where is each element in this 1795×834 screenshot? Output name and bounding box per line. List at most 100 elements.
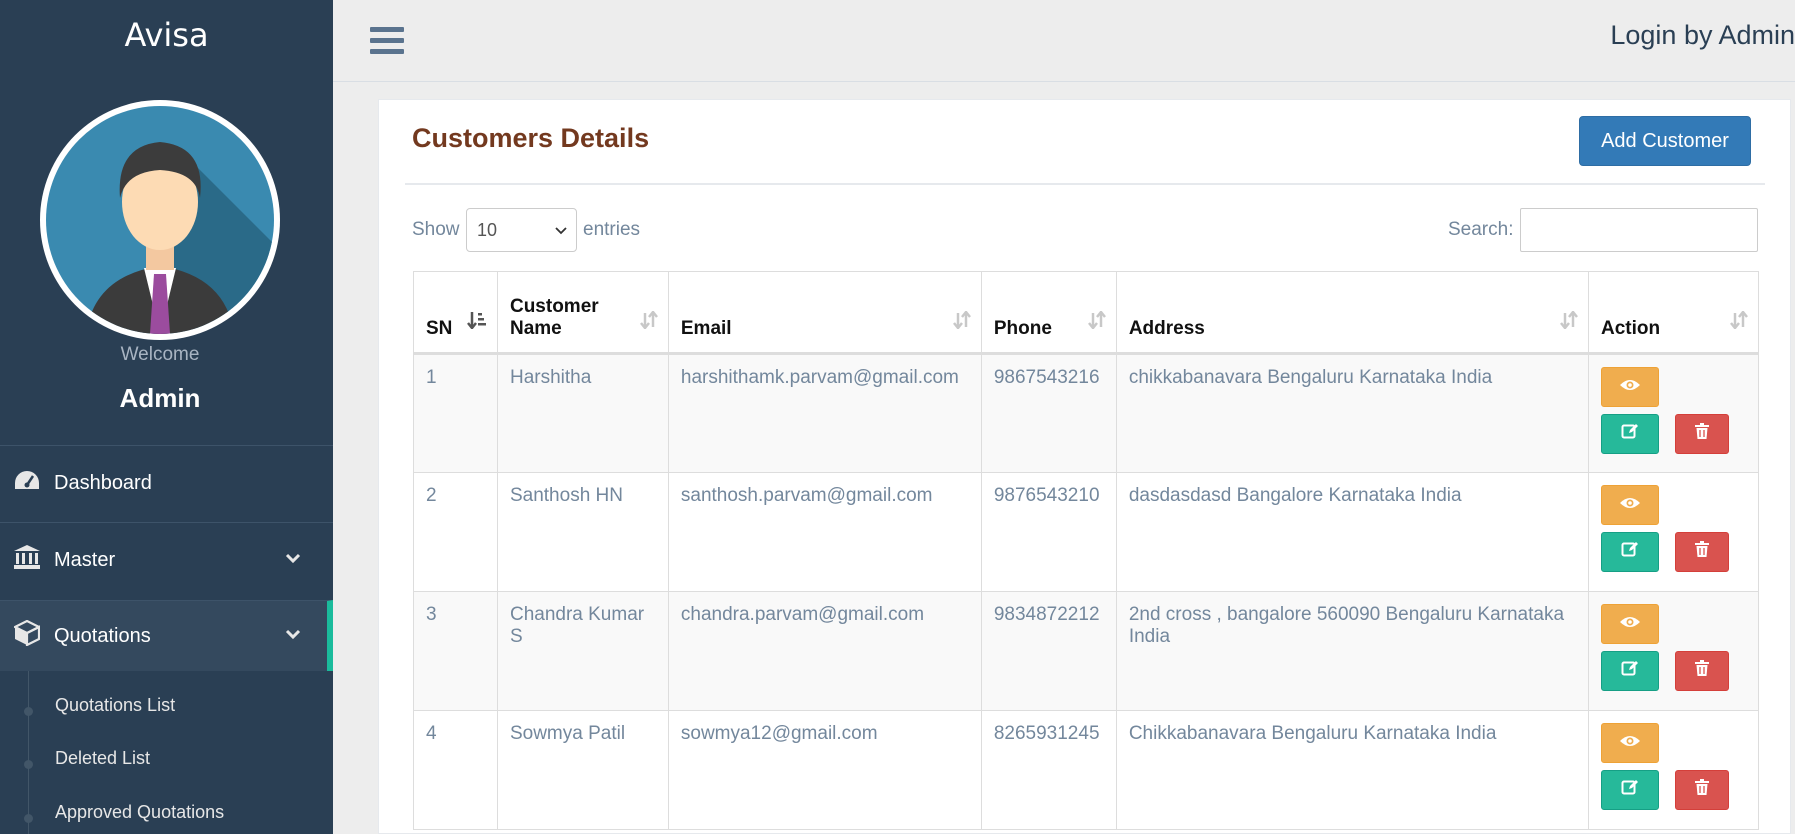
- edit-button[interactable]: [1601, 532, 1659, 572]
- chevron-down-icon: [285, 551, 301, 569]
- cell-customer-name: Santhosh HN: [496, 472, 669, 592]
- submenu-item-quotations-list[interactable]: Quotations List: [55, 695, 175, 716]
- quotations-submenu: Quotations List Deleted List Approved Qu…: [0, 671, 327, 834]
- trash-icon: [1695, 541, 1709, 563]
- view-button[interactable]: [1601, 367, 1659, 407]
- dashboard-icon: [0, 469, 54, 498]
- cell-email: harshithamk.parvam@gmail.com: [667, 353, 982, 473]
- view-button[interactable]: [1601, 723, 1659, 763]
- trash-icon: [1695, 779, 1709, 801]
- submenu-item-deleted-list[interactable]: Deleted List: [55, 748, 150, 769]
- edit-icon: [1621, 422, 1639, 446]
- cell-action: [1588, 472, 1759, 592]
- column-header-address[interactable]: Address: [1115, 271, 1590, 355]
- sort-icon: [1087, 309, 1106, 335]
- column-header-phone[interactable]: Phone: [980, 271, 1117, 355]
- sidebar-item-dashboard[interactable]: Dashboard: [0, 445, 333, 521]
- submenu-item-approved-quotations[interactable]: Approved Quotations: [55, 802, 224, 823]
- cell-customer-name: Sowmya Patil: [496, 710, 669, 830]
- eye-icon: [1619, 732, 1641, 754]
- bullet-dot-icon: [24, 707, 33, 716]
- sidebar-item-label: Master: [54, 549, 116, 571]
- column-header-action[interactable]: Action: [1588, 271, 1759, 355]
- edit-button[interactable]: [1601, 770, 1659, 810]
- column-header-customer-name[interactable]: Customer Name: [496, 271, 669, 355]
- sidebar-item-label: Dashboard: [54, 472, 152, 494]
- cell-address: dasdasdasd Bangalore Karnataka India: [1115, 472, 1590, 592]
- delete-button[interactable]: [1675, 770, 1729, 810]
- search-input[interactable]: [1520, 208, 1758, 252]
- menu-toggle-icon[interactable]: [370, 27, 404, 60]
- cell-address: Chikkabanavara Bengaluru Karnataka India: [1115, 710, 1590, 830]
- chevron-down-icon: [285, 627, 301, 645]
- delete-button[interactable]: [1675, 414, 1729, 454]
- sort-icon: [639, 309, 658, 335]
- bullet-dot-icon: [24, 760, 33, 769]
- sort-icon: [1730, 309, 1748, 335]
- cell-sn: 2: [413, 472, 498, 592]
- cell-phone: 8265931245: [980, 710, 1117, 830]
- submenu-line: [28, 671, 29, 834]
- sidebar-item-master[interactable]: Master: [0, 522, 333, 598]
- bank-icon: [0, 544, 54, 577]
- column-header-email[interactable]: Email: [667, 271, 982, 355]
- trash-icon: [1695, 423, 1709, 445]
- cell-action: [1588, 591, 1759, 711]
- top-navbar: Login by Admin: [333, 0, 1795, 82]
- sidebar-item-label: Quotations: [54, 624, 151, 647]
- eye-icon: [1619, 494, 1641, 516]
- avatar: [40, 100, 280, 340]
- cell-customer-name: Harshitha: [496, 353, 669, 473]
- edit-button[interactable]: [1601, 414, 1659, 454]
- chevron-down-icon: [554, 221, 568, 242]
- table-row: 1 Harshitha harshithamk.parvam@gmail.com 98…: [413, 353, 1759, 473]
- profile-name: Admin: [119, 383, 201, 413]
- sort-ascending-icon: [466, 311, 487, 335]
- table-header-row: SN Customer Name Email Phone Address Act…: [413, 271, 1759, 355]
- show-label: Show: [412, 219, 460, 240]
- cell-address: 2nd cross , bangalore 560090 Bengaluru K…: [1115, 591, 1590, 711]
- cell-address: chikkabanavara Bengaluru Karnataka India: [1115, 353, 1590, 473]
- customers-table: SN Customer Name Email Phone Address Act…: [413, 271, 1759, 830]
- view-button[interactable]: [1601, 485, 1659, 525]
- brand-title[interactable]: Avisa: [0, 0, 333, 62]
- cell-phone: 9834872212: [980, 591, 1117, 711]
- cell-action: [1588, 353, 1759, 473]
- cell-phone: 9876543210: [980, 472, 1117, 592]
- search-label: Search:: [1448, 219, 1514, 240]
- entries-label: entries: [583, 219, 641, 240]
- sidebar-item-quotations[interactable]: Quotations: [0, 600, 333, 671]
- table-row: 4 Sowmya Patil sowmya12@gmail.com 826593124…: [413, 710, 1759, 830]
- avatar-image: [46, 106, 274, 334]
- trash-icon: [1695, 660, 1709, 682]
- divider: [405, 183, 1765, 185]
- table-row: 2 Santhosh HN santhosh.parvam@gmail.com 987…: [413, 472, 1759, 592]
- cell-sn: 4: [413, 710, 498, 830]
- cell-email: chandra.parvam@gmail.com: [667, 591, 982, 711]
- sort-icon: [952, 309, 971, 335]
- view-button[interactable]: [1601, 604, 1659, 644]
- sort-icon: [1560, 309, 1578, 335]
- cell-sn: 1: [413, 353, 498, 473]
- edit-button[interactable]: [1601, 651, 1659, 691]
- sidebar: Avisa Welcome Admin Dashboard Master Quo…: [0, 0, 333, 834]
- eye-icon: [1619, 613, 1641, 635]
- cell-action: [1588, 710, 1759, 830]
- delete-button[interactable]: [1675, 532, 1729, 572]
- cell-phone: 9867543216: [980, 353, 1117, 473]
- edit-icon: [1621, 540, 1639, 564]
- customers-panel: Customers Details Add Customer Show 10 e…: [378, 99, 1791, 834]
- entries-value: 10: [477, 219, 498, 240]
- entries-select[interactable]: 10: [466, 208, 577, 252]
- eye-icon: [1619, 376, 1641, 398]
- column-header-sn[interactable]: SN: [413, 271, 498, 355]
- page-title: Customers Details: [412, 123, 650, 153]
- edit-icon: [1621, 778, 1639, 802]
- cell-customer-name: Chandra Kumar S: [496, 591, 669, 711]
- edit-icon: [1621, 659, 1639, 683]
- add-customer-button[interactable]: Add Customer: [1579, 116, 1751, 166]
- cell-sn: 3: [413, 591, 498, 711]
- cell-email: sowmya12@gmail.com: [667, 710, 982, 830]
- login-user-text[interactable]: Login by Admin: [1610, 20, 1795, 51]
- delete-button[interactable]: [1675, 651, 1729, 691]
